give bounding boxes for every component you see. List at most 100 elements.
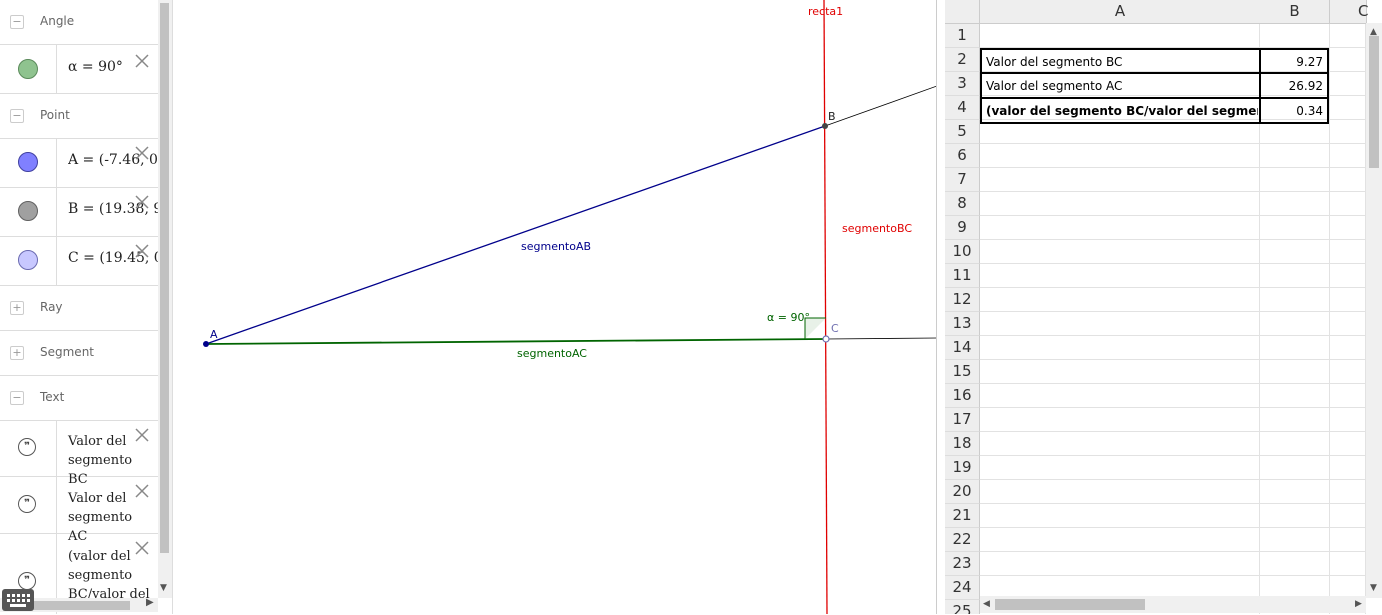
expand-toggle[interactable]: + [10, 346, 24, 360]
spreadsheet-cell[interactable] [1330, 144, 1366, 168]
delete-icon[interactable] [134, 194, 150, 210]
row-header[interactable]: 4 [945, 96, 980, 120]
spreadsheet-cell[interactable] [1330, 312, 1366, 336]
row-header[interactable]: 16 [945, 384, 980, 408]
spreadsheet-cell[interactable] [980, 552, 1260, 576]
spreadsheet-cell[interactable] [1330, 216, 1366, 240]
spreadsheet-cell[interactable] [980, 288, 1260, 312]
spreadsheet-cell[interactable] [980, 144, 1260, 168]
row-header[interactable]: 22 [945, 528, 980, 552]
cell-A2[interactable]: Valor del segmento BC [980, 48, 1261, 74]
spreadsheet-horizontal-scroll-thumb[interactable] [995, 599, 1145, 610]
spreadsheet-cell[interactable] [1330, 480, 1366, 504]
graphics-view[interactable]: recta1 A B C segmentoAB segmentoBC segme… [172, 0, 937, 614]
row-header[interactable]: 24 [945, 576, 980, 600]
visibility-toggle-alpha[interactable] [18, 59, 38, 79]
delete-icon[interactable] [134, 483, 150, 499]
row-header[interactable]: 25 [945, 600, 980, 614]
algebra-item-B[interactable]: B = (19.38, 9.8 [0, 188, 158, 237]
spreadsheet-cell[interactable] [1330, 96, 1366, 120]
spreadsheet-cell[interactable] [1330, 432, 1366, 456]
spreadsheet-cell[interactable] [1330, 120, 1366, 144]
row-header[interactable]: 9 [945, 216, 980, 240]
spreadsheet-cell[interactable] [1260, 24, 1330, 48]
spreadsheet-cell[interactable] [1260, 552, 1330, 576]
group-header-segment[interactable]: + Segment [0, 331, 158, 376]
row-header[interactable]: 18 [945, 432, 980, 456]
spreadsheet-cell[interactable] [980, 408, 1260, 432]
spreadsheet-cell[interactable] [1260, 168, 1330, 192]
spreadsheet-cell[interactable] [980, 528, 1260, 552]
row-header[interactable]: 21 [945, 504, 980, 528]
row-header[interactable]: 5 [945, 120, 980, 144]
ray-AB[interactable] [824, 85, 937, 127]
algebra-item-text1[interactable]: ❞ Valor del segmento BC [0, 421, 158, 487]
spreadsheet-cell[interactable] [1260, 144, 1330, 168]
row-header[interactable]: 14 [945, 336, 980, 360]
spreadsheet-cell[interactable] [1260, 216, 1330, 240]
group-header-point[interactable]: − Point [0, 94, 158, 139]
spreadsheet-cell[interactable] [980, 312, 1260, 336]
spreadsheet-cell[interactable] [1330, 360, 1366, 384]
spreadsheet-cell[interactable] [1330, 24, 1366, 48]
spreadsheet-cell[interactable] [1330, 288, 1366, 312]
scroll-right-arrow-icon[interactable]: ▶ [1355, 599, 1362, 609]
algebra-item-alpha[interactable]: α = 90° [0, 45, 158, 94]
spreadsheet-cell[interactable] [980, 192, 1260, 216]
delete-icon[interactable] [134, 540, 150, 556]
cell-A4[interactable]: (valor del segmento BC/valor del segment… [980, 97, 1261, 124]
spreadsheet-cell[interactable] [1330, 384, 1366, 408]
point-C[interactable] [822, 335, 830, 343]
algebra-horizontal-scroll-thumb[interactable] [30, 601, 130, 610]
cell-B3[interactable]: 26.92 [1259, 72, 1329, 99]
spreadsheet-cell[interactable] [1260, 240, 1330, 264]
row-header[interactable]: 2 [945, 48, 980, 72]
spreadsheet-cell[interactable] [1260, 504, 1330, 528]
spreadsheet-cell[interactable] [1260, 336, 1330, 360]
spreadsheet-cell[interactable] [980, 216, 1260, 240]
spreadsheet-cell[interactable] [1330, 48, 1366, 72]
row-header[interactable]: 12 [945, 288, 980, 312]
collapse-toggle[interactable]: − [10, 391, 24, 405]
spreadsheet-cell[interactable] [1330, 240, 1366, 264]
spreadsheet-cell[interactable] [980, 480, 1260, 504]
visibility-toggle-B[interactable] [18, 201, 38, 221]
cell-B4[interactable]: 0.34 [1259, 97, 1329, 124]
spreadsheet-cell[interactable] [1330, 456, 1366, 480]
algebra-item-text2[interactable]: ❞ Valor del segmento AC [0, 477, 158, 544]
spreadsheet-cell[interactable] [980, 168, 1260, 192]
segment-AB[interactable] [205, 125, 826, 345]
spreadsheet-cell[interactable] [980, 360, 1260, 384]
expand-toggle[interactable]: + [10, 301, 24, 315]
quote-icon[interactable]: ❞ [18, 572, 36, 590]
spreadsheet-cell[interactable] [1330, 504, 1366, 528]
spreadsheet-cell[interactable] [980, 336, 1260, 360]
spreadsheet-cell[interactable] [1260, 288, 1330, 312]
row-header[interactable]: 1 [945, 24, 980, 48]
spreadsheet-vertical-scroll-thumb[interactable] [1369, 36, 1379, 168]
spreadsheet-cell[interactable] [1260, 384, 1330, 408]
cell-B2[interactable]: 9.27 [1259, 48, 1329, 74]
scroll-right-arrow-icon[interactable]: ▶ [146, 597, 154, 608]
spreadsheet-cell[interactable] [1260, 432, 1330, 456]
row-header[interactable]: 23 [945, 552, 980, 576]
scroll-left-arrow-icon[interactable]: ◀ [983, 599, 990, 609]
algebra-vertical-scroll-thumb[interactable] [160, 3, 169, 553]
spreadsheet-cell[interactable] [1260, 528, 1330, 552]
spreadsheet-cell[interactable] [980, 504, 1260, 528]
visibility-toggle-A[interactable] [18, 152, 38, 172]
row-header[interactable]: 7 [945, 168, 980, 192]
row-header[interactable]: 3 [945, 72, 980, 96]
delete-icon[interactable] [134, 243, 150, 259]
row-header[interactable]: 17 [945, 408, 980, 432]
cell-A3[interactable]: Valor del segmento AC [980, 72, 1261, 99]
select-all-corner[interactable] [945, 0, 980, 24]
delete-icon[interactable] [134, 53, 150, 69]
spreadsheet-cell[interactable] [1260, 360, 1330, 384]
column-header-B[interactable]: B [1260, 0, 1330, 24]
collapse-toggle[interactable]: − [10, 15, 24, 29]
delete-icon[interactable] [134, 145, 150, 161]
point-B[interactable] [822, 123, 828, 129]
spreadsheet-cell[interactable] [1330, 192, 1366, 216]
spreadsheet-cell[interactable] [1330, 408, 1366, 432]
